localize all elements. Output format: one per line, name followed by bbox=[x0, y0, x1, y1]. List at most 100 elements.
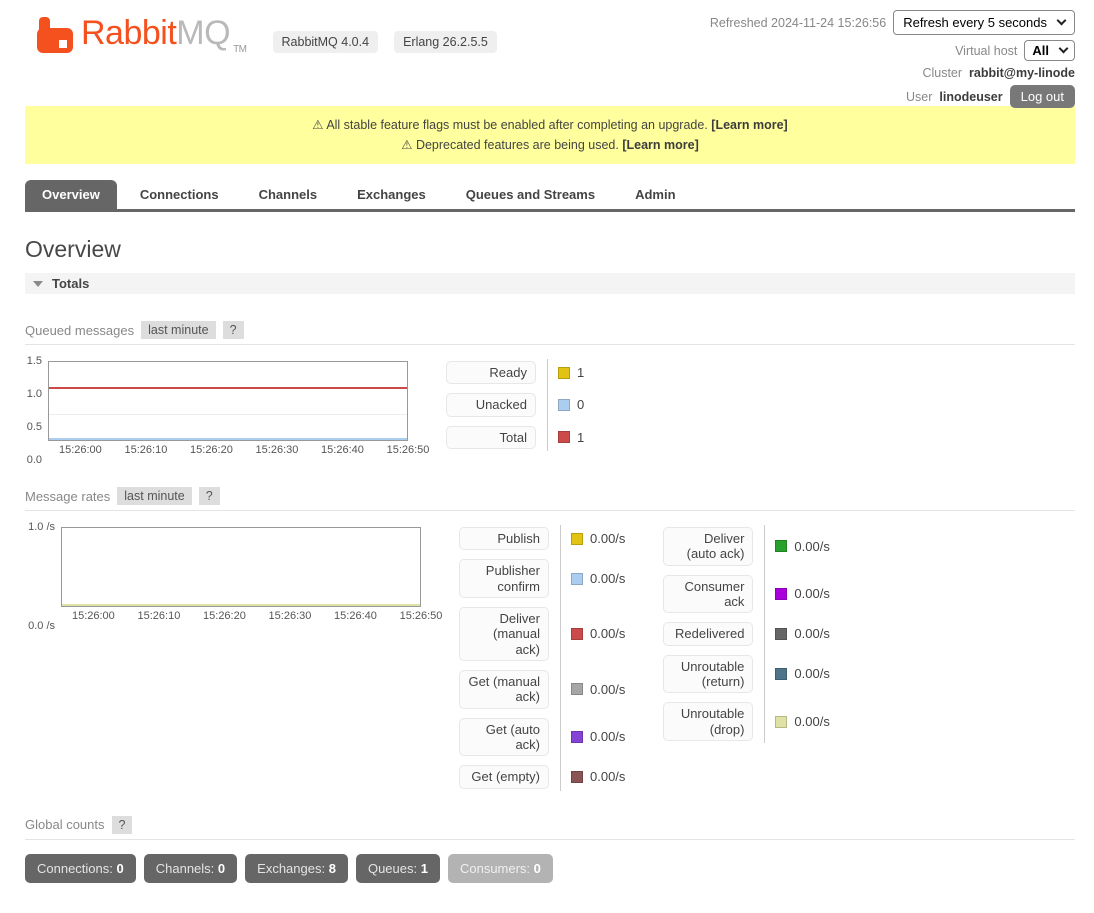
series-value: 0.00/s bbox=[794, 586, 829, 601]
message-rates-chart: 1.0 /s0.0 /s 15:26:0015:26:1015:26:2015:… bbox=[25, 527, 421, 626]
rabbitmq-version-badge: RabbitMQ 4.0.4 bbox=[273, 31, 379, 53]
virtual-host-select[interactable]: All bbox=[1024, 40, 1075, 61]
series-value: 0.00/s bbox=[590, 729, 625, 744]
legend-value-unroutable-return: 0.00/s bbox=[775, 666, 829, 681]
message-rates-legend-right: Deliver (auto ack) 0.00/s Consumer ack 0… bbox=[663, 527, 829, 741]
series-swatch bbox=[571, 731, 583, 743]
legend-value-publish: 0.00/s bbox=[571, 531, 625, 546]
erlang-version-badge: Erlang 26.2.5.5 bbox=[394, 31, 497, 53]
trademark-label: TM bbox=[233, 44, 246, 55]
series-value: 0 bbox=[577, 397, 584, 412]
warning-icon: ⚠ bbox=[401, 138, 412, 152]
series-value: 0.00/s bbox=[794, 626, 829, 641]
header-status-panel: Refreshed 2024-11-24 15:26:56 Refresh ev… bbox=[710, 10, 1075, 108]
tab-admin[interactable]: Admin bbox=[618, 180, 692, 209]
legend-value-unroutable-drop: 0.00/s bbox=[775, 714, 829, 729]
tab-overview[interactable]: Overview bbox=[25, 180, 117, 209]
series-swatch bbox=[571, 683, 583, 695]
series-swatch bbox=[775, 588, 787, 600]
learn-more-link[interactable]: [Learn more] bbox=[622, 138, 698, 152]
virtual-host-label: Virtual host bbox=[955, 44, 1017, 58]
main-tabs: Overview Connections Channels Exchanges … bbox=[25, 180, 1075, 212]
exchanges-count-badge: Exchanges: 8 bbox=[245, 854, 348, 883]
queued-period-selector[interactable]: last minute bbox=[141, 321, 215, 339]
series-value: 0.00/s bbox=[794, 539, 829, 554]
version-badges: RabbitMQ 4.0.4 Erlang 26.2.5.5 bbox=[273, 31, 497, 53]
app-header: RabbitMQTM RabbitMQ 4.0.4 Erlang 26.2.5.… bbox=[0, 0, 1094, 96]
legend-toggle-get-auto-ack[interactable]: Get (auto ack) bbox=[459, 718, 549, 757]
legend-value-publisher-confirm: 0.00/s bbox=[571, 571, 625, 586]
series-swatch bbox=[558, 431, 570, 443]
channels-count-badge: Channels: 0 bbox=[144, 854, 237, 883]
legend-value-ready: 1 bbox=[558, 365, 584, 380]
legend-toggle-unroutable-drop[interactable]: Unroutable (drop) bbox=[663, 702, 753, 741]
logout-button[interactable]: Log out bbox=[1010, 85, 1075, 108]
global-counts-heading: Global counts ? bbox=[25, 816, 1075, 840]
refresh-interval-select[interactable]: Refresh every 5 seconds bbox=[893, 10, 1075, 35]
refreshed-timestamp: Refreshed 2024-11-24 15:26:56 bbox=[710, 16, 886, 30]
queued-help-button[interactable]: ? bbox=[223, 321, 244, 339]
global-count-badges: Connections: 0 Channels: 0 Exchanges: 8 … bbox=[25, 854, 1075, 883]
legend-toggle-get-manual-ack[interactable]: Get (manual ack) bbox=[459, 670, 549, 709]
global-counts-help-button[interactable]: ? bbox=[112, 816, 133, 834]
series-swatch bbox=[571, 771, 583, 783]
rates-period-selector[interactable]: last minute bbox=[117, 487, 191, 505]
y-axis-ticks: 1.51.00.50.0 bbox=[25, 361, 45, 460]
warning-line-feature-flags: ⚠ All stable feature flags must be enabl… bbox=[25, 115, 1075, 135]
series-value: 1 bbox=[577, 365, 584, 380]
series-swatch bbox=[775, 628, 787, 640]
series-value: 0.00/s bbox=[590, 571, 625, 586]
legend-toggle-publish[interactable]: Publish bbox=[459, 527, 549, 550]
tab-connections[interactable]: Connections bbox=[123, 180, 236, 209]
legend-value-redelivered: 0.00/s bbox=[775, 626, 829, 641]
totals-section-toggle[interactable]: Totals bbox=[25, 273, 1075, 294]
legend-toggle-consumer-ack[interactable]: Consumer ack bbox=[663, 575, 753, 614]
legend-toggle-total[interactable]: Total bbox=[446, 426, 536, 449]
legend-value-get-manual-ack: 0.00/s bbox=[571, 682, 625, 697]
rabbitmq-logo[interactable]: RabbitMQTM bbox=[35, 14, 247, 55]
series-swatch bbox=[571, 628, 583, 640]
series-value: 0.00/s bbox=[590, 626, 625, 641]
legend-toggle-get-empty[interactable]: Get (empty) bbox=[459, 765, 549, 788]
legend-toggle-redelivered[interactable]: Redelivered bbox=[663, 622, 753, 645]
series-swatch bbox=[775, 716, 787, 728]
tab-queues-and-streams[interactable]: Queues and Streams bbox=[449, 180, 612, 209]
series-swatch bbox=[571, 573, 583, 585]
queued-messages-legend: Ready 1 Unacked 0 Total 1 bbox=[446, 361, 584, 449]
y-axis-ticks: 1.0 /s0.0 /s bbox=[25, 527, 58, 626]
series-value: 0.00/s bbox=[794, 714, 829, 729]
legend-toggle-deliver-auto-ack[interactable]: Deliver (auto ack) bbox=[663, 527, 753, 566]
user-name: linodeuser bbox=[939, 90, 1002, 104]
page-title: Overview bbox=[25, 236, 1075, 263]
legend-toggle-unacked[interactable]: Unacked bbox=[446, 393, 536, 416]
brand-wordmark: RabbitMQTM bbox=[81, 14, 247, 55]
series-swatch bbox=[558, 399, 570, 411]
queued-messages-heading: Queued messages last minute ? bbox=[25, 321, 1075, 345]
tab-channels[interactable]: Channels bbox=[242, 180, 335, 209]
cluster-name: rabbit@my-linode bbox=[969, 66, 1075, 80]
chevron-down-icon bbox=[1059, 44, 1069, 54]
queued-messages-chart: 1.51.00.50.0 15:26:0015:26:1015:26:2015:… bbox=[25, 361, 408, 460]
learn-more-link[interactable]: [Learn more] bbox=[711, 118, 787, 132]
x-axis-ticks: 15:26:0015:26:1015:26:2015:26:3015:26:40… bbox=[61, 610, 421, 626]
rabbitmq-logo-icon bbox=[35, 15, 75, 55]
x-axis-ticks: 15:26:0015:26:1015:26:2015:26:3015:26:40… bbox=[48, 444, 408, 460]
connections-count-badge: Connections: 0 bbox=[25, 854, 136, 883]
legend-toggle-unroutable-return[interactable]: Unroutable (return) bbox=[663, 655, 753, 694]
series-value: 0.00/s bbox=[590, 769, 625, 784]
legend-toggle-deliver-manual-ack[interactable]: Deliver (manual ack) bbox=[459, 607, 549, 661]
series-value: 0.00/s bbox=[590, 682, 625, 697]
rates-help-button[interactable]: ? bbox=[199, 487, 220, 505]
message-rates-heading: Message rates last minute ? bbox=[25, 487, 1075, 511]
queues-count-badge: Queues: 1 bbox=[356, 854, 440, 883]
legend-toggle-publisher-confirm[interactable]: Publisher confirm bbox=[459, 559, 549, 598]
chart-plot-area bbox=[48, 361, 408, 441]
warning-icon: ⚠ bbox=[312, 118, 323, 132]
warning-line-deprecated: ⚠ Deprecated features are being used. [L… bbox=[25, 135, 1075, 155]
tab-exchanges[interactable]: Exchanges bbox=[340, 180, 443, 209]
chevron-down-icon bbox=[1057, 16, 1067, 26]
legend-value-get-auto-ack: 0.00/s bbox=[571, 729, 625, 744]
main-content: Overview Totals Queued messages last min… bbox=[0, 236, 1094, 913]
legend-toggle-ready[interactable]: Ready bbox=[446, 361, 536, 384]
consumers-count-badge: Consumers: 0 bbox=[448, 854, 553, 883]
